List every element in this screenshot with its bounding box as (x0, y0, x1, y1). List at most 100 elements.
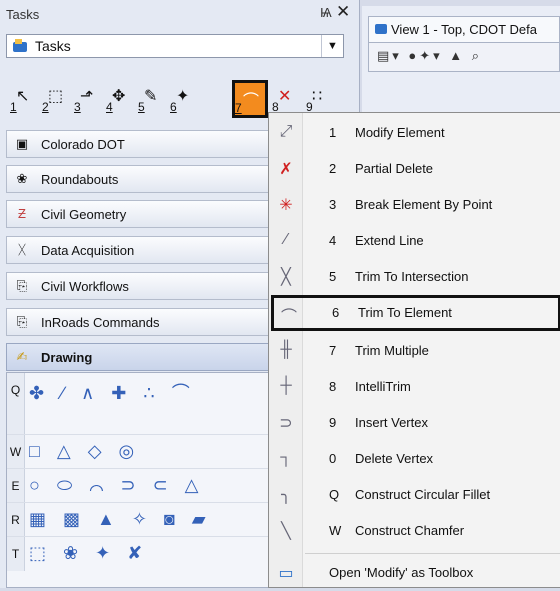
category-label: Civil Workflows (41, 278, 129, 294)
menu-item-key: 0 (329, 451, 337, 466)
menu-item-key: Q (329, 487, 340, 502)
select-arrow-icon: ↖ (16, 88, 30, 105)
menu-item-label: Delete Vertex (355, 451, 434, 466)
view-icon (375, 24, 387, 34)
modify-element-icon: ⤢ (279, 123, 293, 140)
chevron-down-icon[interactable]: ▼ (321, 35, 343, 57)
tasks-titlebar: Tasks Ѩ ✕ (0, 0, 360, 28)
view-tools-icon[interactable]: ▤▾ ●✦▾ ▲ ⌕ (377, 48, 482, 63)
menu-item-key: 3 (329, 197, 337, 212)
drawing-tools-icon[interactable]: ✤ ∕ ∧ ✚ ∴ ⌒ (29, 379, 196, 405)
category-label: Drawing (41, 349, 93, 365)
modify-popup-menu: ⤢ 1 Modify Element ✗ 2 Partial Delete ✳ … (268, 112, 560, 588)
menu-item-label: Trim Multiple (355, 343, 429, 358)
menu-item-trim-to-element[interactable]: ⌒ 6 Trim To Element (271, 295, 560, 331)
menu-item-trim-multiple[interactable]: ╫ 7 Trim Multiple (269, 333, 560, 369)
tool-6[interactable]: ✦ 6 (170, 84, 200, 114)
menu-separator (305, 553, 560, 554)
3d-tools-icon[interactable]: ▦ ▩ ▲ ✧ ◙ ▰ (29, 509, 212, 530)
tool-number: 4 (106, 100, 113, 114)
circular-fillet-icon: ╮ (281, 487, 291, 504)
modify-icon: ⌒ (243, 93, 260, 110)
view-title: View 1 - Top, CDOT Defa (391, 22, 537, 37)
menu-item-key: 6 (332, 305, 340, 320)
menu-item-insert-vertex[interactable]: ⊃ 9 Insert Vertex (269, 405, 560, 441)
tool-number: 7 (235, 101, 242, 115)
menu-item-label: Trim To Intersection (355, 269, 469, 284)
menu-item-label: Modify Element (355, 125, 445, 140)
group-icon: ∷ (312, 88, 323, 105)
menu-item-delete-vertex[interactable]: ┐ 0 Delete Vertex (269, 441, 560, 477)
tool-2[interactable]: ⬚ 2 (42, 84, 72, 114)
tool-7-modify[interactable]: ⌒ 7 (232, 80, 268, 118)
measure-icon: ✦ (176, 88, 190, 105)
circle-arc-tools-icon[interactable]: ○ ⬭ ⌒ ⊃ ⊂ △ (29, 475, 205, 496)
misc-tools-icon[interactable]: ⬚ ❀ ✦ ✘ (29, 543, 148, 564)
menu-item-trim-to-intersection[interactable]: ╳ 5 Trim To Intersection (269, 259, 560, 295)
intellitrim-icon: ┼ (280, 377, 292, 394)
category-label: InRoads Commands (41, 314, 160, 330)
toolbox-icon: ▭ (278, 565, 294, 582)
menu-item-label: Insert Vertex (355, 415, 428, 430)
menu-item-key: W (329, 523, 342, 538)
row-key: E (7, 469, 25, 502)
menu-item-label: Break Element By Point (355, 197, 493, 212)
menu-item-label: Construct Circular Fillet (355, 487, 491, 502)
menu-item-key: 9 (329, 415, 337, 430)
row-key: T (7, 537, 25, 571)
move-icon: ✥ (112, 88, 126, 105)
menu-item-construct-circular-fillet[interactable]: ╮ Q Construct Circular Fillet (269, 477, 560, 513)
tool-3[interactable]: ⬏ 3 (74, 84, 104, 114)
row-key: W (7, 435, 25, 468)
menu-item-label: Trim To Element (358, 305, 452, 320)
insert-vertex-icon: ⊃ (279, 415, 293, 432)
tool-1[interactable]: ↖ 1 (10, 84, 40, 114)
menu-item-key: 5 (329, 269, 337, 284)
tool-number: 6 (170, 100, 177, 114)
tool-number: 2 (42, 100, 49, 114)
workflows-icon: ⎘ (16, 278, 28, 293)
drawing-icon: ✍ (16, 349, 28, 364)
view-tab[interactable]: View 1 - Top, CDOT Defa (368, 16, 560, 42)
break-element-icon: ✳ (279, 197, 293, 214)
menu-item-break-element[interactable]: ✳ 3 Break Element By Point (269, 187, 560, 223)
manipulate-icon: ⬏ (80, 88, 94, 105)
tool-8[interactable]: ✕ 8 (272, 84, 302, 114)
partial-delete-icon: ✗ (279, 161, 293, 178)
trim-intersection-icon: ╳ (281, 269, 291, 286)
delete-vertex-icon: ┐ (280, 449, 292, 466)
menu-item-intellitrim[interactable]: ┼ 8 IntelliTrim (269, 369, 560, 405)
shape-tools-icon[interactable]: □ △ ◇ ◎ (29, 441, 140, 462)
dashed-selection-icon: ⬚ (48, 88, 64, 105)
extend-line-icon: ∕ (284, 231, 288, 248)
tool-9[interactable]: ∷ 9 (306, 84, 336, 114)
attributes-icon: ✎ (144, 88, 158, 105)
menu-item-modify-element[interactable]: ⤢ 1 Modify Element (269, 115, 560, 151)
roundabout-icon: ❀ (16, 171, 28, 186)
menu-item-label: Construct Chamfer (355, 523, 465, 538)
menu-item-label: Extend Line (355, 233, 424, 248)
task-selector-value: Tasks (35, 38, 71, 54)
menu-item-key: 8 (329, 379, 337, 394)
close-icon[interactable]: ✕ (336, 2, 350, 22)
menu-item-key: 1 (329, 125, 337, 140)
menu-item-open-as-toolbox[interactable]: ▭ Open 'Modify' as Toolbox (269, 555, 560, 591)
view-toolbar: ▤▾ ●✦▾ ▲ ⌕ (368, 42, 560, 72)
menu-item-construct-chamfer[interactable]: ╲ W Construct Chamfer (269, 513, 560, 549)
inroads-icon: ⎘ (16, 314, 28, 329)
task-selector[interactable]: Tasks ▼ (6, 34, 344, 58)
menu-item-label: Open 'Modify' as Toolbox (329, 565, 474, 580)
trim-element-icon: ⌒ (280, 309, 297, 326)
tool-4[interactable]: ✥ 4 (106, 84, 136, 114)
category-label: Colorado DOT (41, 136, 125, 152)
menu-item-extend-line[interactable]: ∕ 4 Extend Line (269, 223, 560, 259)
category-label: Data Acquisition (41, 242, 135, 258)
chamfer-icon: ╲ (281, 523, 291, 540)
tool-number: 3 (74, 100, 81, 114)
menu-item-partial-delete[interactable]: ✗ 2 Partial Delete (269, 151, 560, 187)
delete-icon: ✕ (278, 88, 292, 105)
tool-5[interactable]: ✎ 5 (138, 84, 168, 114)
pin-icon[interactable]: Ѩ (320, 5, 332, 20)
survey-icon: ᚷ (18, 242, 26, 257)
category-label: Roundabouts (41, 171, 119, 187)
